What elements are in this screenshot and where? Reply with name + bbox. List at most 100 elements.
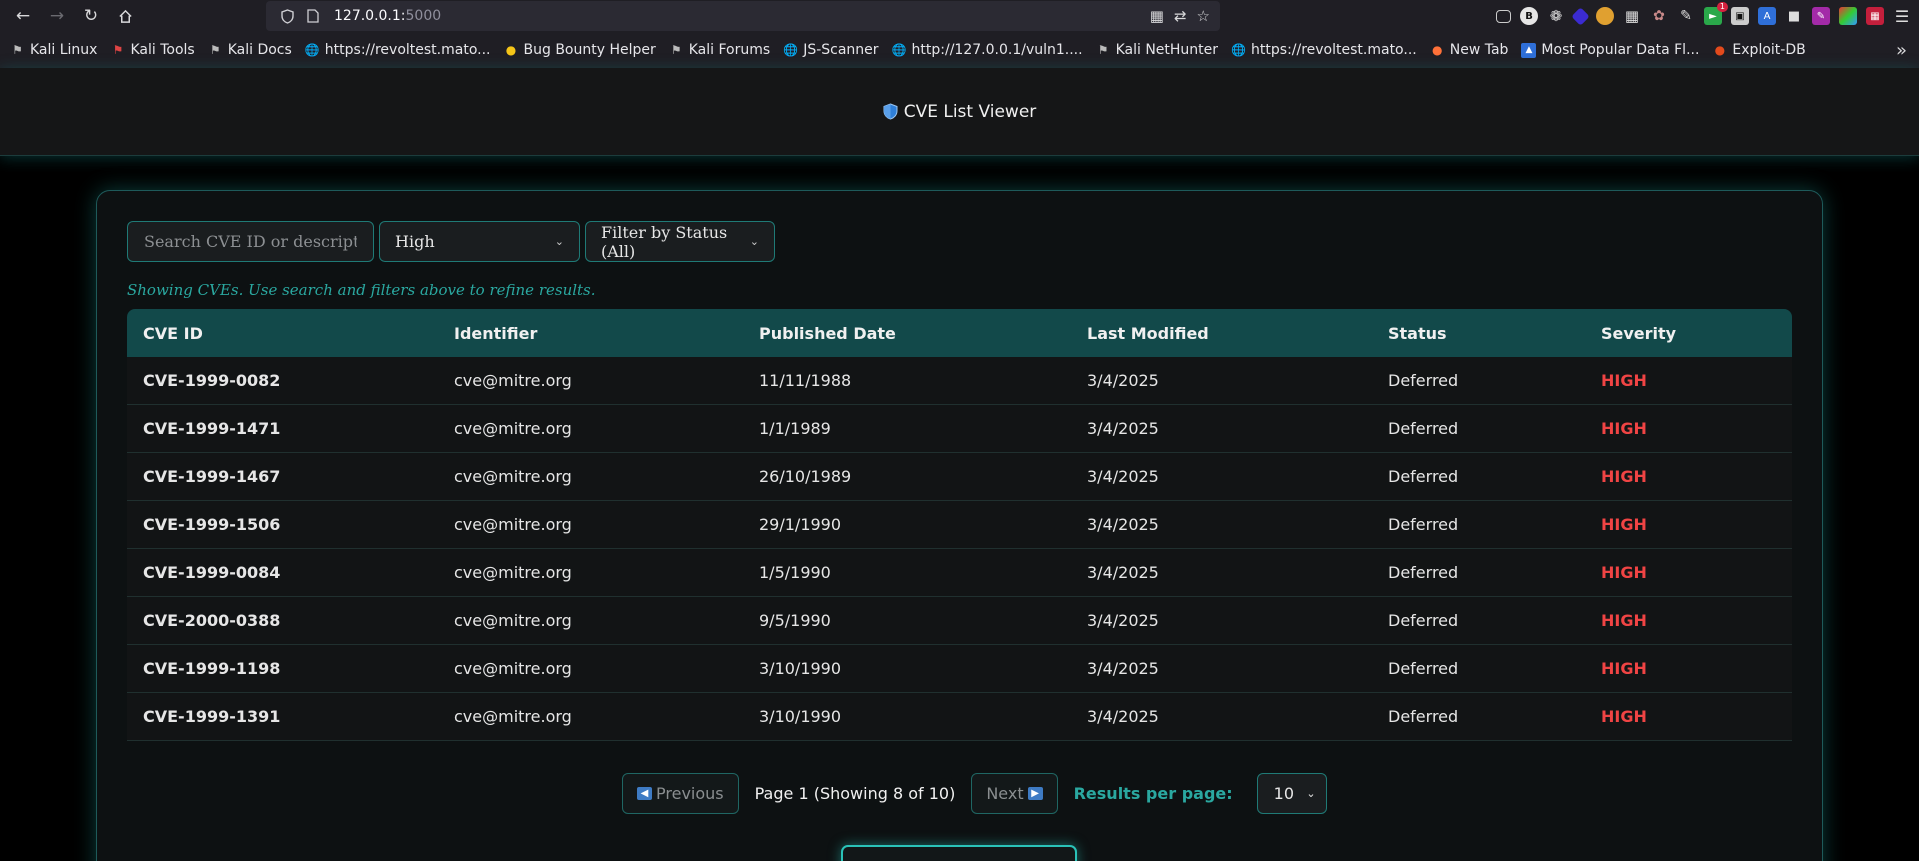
severity-cell: HIGH bbox=[1601, 563, 1647, 582]
page-title: CVE List Viewer bbox=[883, 101, 1037, 122]
next-button[interactable]: Next ▶ bbox=[971, 773, 1058, 814]
bookmark-item[interactable]: ▲ Most Popular Data Fl... bbox=[1521, 42, 1699, 58]
bookmark-item[interactable]: ⚑ Kali NetHunter bbox=[1096, 42, 1218, 58]
bookmark-item[interactable]: 🌐 https://revoltest.mato... bbox=[305, 42, 491, 58]
last-modified-cell: 3/4/2025 bbox=[1087, 707, 1159, 726]
status-cell: Deferred bbox=[1388, 659, 1459, 678]
table-row[interactable]: CVE-1999-1471 cve@mitre.org 1/1/1989 3/4… bbox=[127, 405, 1792, 453]
bookmark-item[interactable]: 🌐 JS-Scanner bbox=[783, 42, 878, 58]
identifier-cell: cve@mitre.org bbox=[454, 563, 572, 582]
bookmark-item[interactable]: ⚑ Kali Linux bbox=[10, 42, 97, 58]
previous-label: Previous bbox=[656, 784, 724, 803]
column-header-status[interactable]: Status bbox=[1372, 324, 1585, 343]
last-modified-cell: 3/4/2025 bbox=[1087, 371, 1159, 390]
last-modified-cell: 3/4/2025 bbox=[1087, 563, 1159, 582]
cve-table: CVE ID Identifier Published Date Last Mo… bbox=[127, 309, 1792, 741]
extension-b-icon[interactable]: B bbox=[1520, 7, 1538, 25]
severity-filter-select[interactable]: High ⌄ bbox=[379, 221, 580, 262]
filter-controls: High ⌄ Filter by Status (All) ⌄ bbox=[127, 221, 775, 262]
extension-translate-icon[interactable]: A bbox=[1758, 7, 1776, 25]
extension-pen-icon[interactable]: ✎ bbox=[1812, 7, 1830, 25]
kali-tools-icon: ⚑ bbox=[112, 43, 124, 57]
app-title-text: CVE List Viewer bbox=[903, 101, 1037, 122]
page-info-icon[interactable] bbox=[300, 9, 326, 23]
tracking-shield-icon[interactable] bbox=[274, 8, 300, 24]
column-header-published-date[interactable]: Published Date bbox=[743, 324, 1071, 343]
status-cell: Deferred bbox=[1388, 419, 1459, 438]
menu-icon[interactable]: ☰ bbox=[1893, 7, 1911, 26]
url-bar[interactable]: 127.0.0.1: 5000 ▦ ⇄ ☆ bbox=[266, 1, 1220, 31]
bookmark-item[interactable]: 🌐 https://revoltest.mato... bbox=[1231, 42, 1417, 58]
column-header-identifier[interactable]: Identifier bbox=[438, 324, 743, 343]
identifier-cell: cve@mitre.org bbox=[454, 659, 572, 678]
url-port: 5000 bbox=[405, 8, 442, 24]
extension-cookie-orange-icon[interactable] bbox=[1596, 7, 1614, 25]
api-docs-button[interactable] bbox=[841, 845, 1077, 861]
bookmark-star-icon[interactable]: ☆ bbox=[1197, 7, 1210, 25]
cve-id-cell: CVE-1999-1198 bbox=[143, 659, 281, 678]
reload-button[interactable]: ↻ bbox=[74, 0, 108, 32]
table-row[interactable]: CVE-2000-0388 cve@mitre.org 9/5/1990 3/4… bbox=[127, 597, 1792, 645]
table-row[interactable]: CVE-1999-1467 cve@mitre.org 26/10/1989 3… bbox=[127, 453, 1792, 501]
column-header-severity[interactable]: Severity bbox=[1585, 324, 1792, 343]
chevron-down-icon: ⌄ bbox=[1306, 787, 1316, 800]
severity-cell: HIGH bbox=[1601, 467, 1647, 486]
table-row[interactable]: CVE-1999-0084 cve@mitre.org 1/5/1990 3/4… bbox=[127, 549, 1792, 597]
arrow-left-icon: ← bbox=[15, 6, 31, 26]
bookmark-item[interactable]: ⚑ Kali Tools bbox=[110, 42, 195, 58]
table-row[interactable]: CVE-1999-1198 cve@mitre.org 3/10/1990 3/… bbox=[127, 645, 1792, 693]
back-button[interactable]: ← bbox=[6, 0, 40, 32]
bookmark-item[interactable]: ⚑ Kali Docs bbox=[208, 42, 292, 58]
bookmark-item[interactable]: ● Exploit-DB bbox=[1712, 42, 1806, 58]
bookmark-item[interactable]: ● Bug Bounty Helper bbox=[504, 42, 656, 58]
severity-cell: HIGH bbox=[1601, 371, 1647, 390]
bookmark-item[interactable]: ⚑ Kali Forums bbox=[669, 42, 770, 58]
identifier-cell: cve@mitre.org bbox=[454, 611, 572, 630]
extension-colorful-icon[interactable] bbox=[1839, 7, 1857, 25]
bookmark-item[interactable]: 🌐 http://127.0.0.1/vuln1.... bbox=[892, 42, 1083, 58]
published-date-cell: 9/5/1990 bbox=[759, 611, 831, 630]
last-modified-cell: 3/4/2025 bbox=[1087, 611, 1159, 630]
extension-red-icon[interactable]: ▦ bbox=[1866, 7, 1884, 25]
column-header-cve-id[interactable]: CVE ID bbox=[127, 324, 438, 343]
table-row[interactable]: CVE-1999-1391 cve@mitre.org 3/10/1990 3/… bbox=[127, 693, 1792, 741]
results-per-page-label: Results per page: bbox=[1073, 784, 1233, 803]
cve-id-cell: CVE-1999-1467 bbox=[143, 467, 281, 486]
table-row[interactable]: CVE-1999-1506 cve@mitre.org 29/1/1990 3/… bbox=[127, 501, 1792, 549]
bookmarks-bar: ⚑ Kali Linux ⚑ Kali Tools ⚑ Kali Docs 🌐 http… bbox=[0, 32, 1919, 68]
extensions-area: B ❁ ▦ ✿ ✎ ► 1 ▣ A ■ ✎ ▦ ☰ bbox=[1496, 0, 1911, 32]
cookie-icon[interactable]: ❁ bbox=[1547, 7, 1565, 25]
column-header-last-modified[interactable]: Last Modified bbox=[1071, 324, 1372, 343]
status-filter-select[interactable]: Filter by Status (All) ⌄ bbox=[585, 221, 775, 262]
translate-icon[interactable]: ⇄ bbox=[1174, 7, 1187, 25]
extension-diamond-icon[interactable] bbox=[1571, 6, 1590, 26]
previous-button[interactable]: ◀ Previous bbox=[622, 773, 739, 814]
extension-grid-icon[interactable]: ▦ bbox=[1623, 7, 1641, 25]
table-row[interactable]: CVE-1999-0082 cve@mitre.org 11/11/1988 3… bbox=[127, 357, 1792, 405]
extension-car-icon[interactable]: ■ bbox=[1785, 7, 1803, 25]
results-per-page-select[interactable]: 10 ⌄ bbox=[1256, 773, 1327, 814]
search-input[interactable] bbox=[127, 221, 374, 262]
bookmark-item[interactable]: ● New Tab bbox=[1430, 42, 1508, 58]
cve-id-cell: CVE-1999-1471 bbox=[143, 419, 281, 438]
home-button[interactable] bbox=[108, 0, 142, 32]
forward-button[interactable]: → bbox=[40, 0, 74, 32]
severity-cell: HIGH bbox=[1601, 659, 1647, 678]
emoji-face-icon: ● bbox=[505, 43, 517, 57]
home-icon bbox=[118, 9, 132, 23]
identifier-cell: cve@mitre.org bbox=[454, 515, 572, 534]
cve-id-cell: CVE-1999-1391 bbox=[143, 707, 281, 726]
chevron-down-icon: ⌄ bbox=[554, 235, 564, 248]
main-panel: High ⌄ Filter by Status (All) ⌄ Showing … bbox=[96, 190, 1823, 861]
last-modified-cell: 3/4/2025 bbox=[1087, 659, 1159, 678]
extension-green-icon[interactable]: ► 1 bbox=[1704, 2, 1728, 25]
bookmarks-overflow-button[interactable]: » bbox=[1896, 32, 1907, 68]
shield-icon bbox=[883, 103, 898, 120]
extension-camera-icon[interactable]: ▣ bbox=[1731, 7, 1749, 25]
status-cell: Deferred bbox=[1388, 707, 1459, 726]
qr-code-icon[interactable]: ▦ bbox=[1150, 7, 1164, 25]
extension-puzzle-icon[interactable]: ✎ bbox=[1677, 7, 1695, 25]
firefox-icon: ● bbox=[1431, 43, 1443, 57]
extension-paws-icon[interactable]: ✿ bbox=[1650, 7, 1668, 25]
pocket-icon[interactable] bbox=[1496, 9, 1511, 23]
